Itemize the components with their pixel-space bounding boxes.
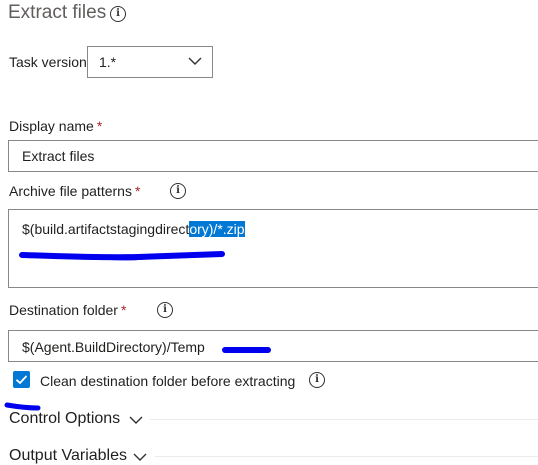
archive-patterns-label-text: Archive file patterns — [9, 183, 132, 199]
info-icon[interactable]: i — [110, 6, 126, 22]
section-divider — [150, 419, 538, 420]
page-title: Extract files — [8, 2, 107, 23]
clean-destination-checkbox[interactable] — [13, 371, 30, 388]
checkmark-icon — [15, 375, 28, 385]
task-version-value: 1.* — [99, 54, 117, 70]
control-options-toggle[interactable]: Control Options — [9, 410, 120, 428]
required-marker: * — [96, 118, 103, 134]
annotation-dash-scribble — [222, 347, 271, 353]
task-version-select[interactable]: 1.* — [87, 46, 213, 78]
output-variables-label: Output Variables — [9, 447, 127, 464]
archive-patterns-value: $(build.artifactstagingdirectory)/*.zip — [22, 221, 245, 237]
destination-folder-label-text: Destination folder — [9, 302, 118, 318]
info-icon[interactable]: i — [170, 183, 186, 199]
display-name-value: Extract files — [22, 148, 95, 164]
chevron-down-icon — [188, 57, 202, 65]
required-marker: * — [120, 302, 127, 318]
destination-folder-value: $(Agent.BuildDirectory)/Temp — [22, 339, 205, 355]
section-divider — [155, 456, 538, 457]
chevron-down-icon[interactable] — [129, 414, 143, 426]
destination-folder-label: Destination folder * — [9, 302, 126, 318]
archive-patterns-value-start: $(build.artifactstagingdirect — [22, 221, 190, 237]
info-icon[interactable]: i — [309, 372, 325, 388]
control-options-label: Control Options — [9, 410, 121, 427]
destination-folder-input[interactable]: $(Agent.BuildDirectory)/Temp — [8, 330, 538, 362]
task-version-label: Task version — [9, 54, 87, 70]
output-variables-toggle[interactable]: Output Variables — [9, 447, 127, 465]
display-name-input[interactable]: Extract files — [8, 140, 538, 172]
chevron-down-icon[interactable] — [133, 451, 147, 463]
annotation-underline-scribble — [19, 251, 225, 261]
archive-patterns-label: Archive file patterns * — [9, 183, 140, 199]
required-marker: * — [134, 183, 141, 199]
display-name-label: Display name * — [9, 118, 102, 134]
selected-text: ory)/*.zip — [189, 221, 245, 237]
info-icon[interactable]: i — [157, 302, 173, 318]
display-name-label-text: Display name — [9, 118, 94, 134]
clean-destination-label[interactable]: Clean destination folder before extracti… — [40, 373, 295, 389]
